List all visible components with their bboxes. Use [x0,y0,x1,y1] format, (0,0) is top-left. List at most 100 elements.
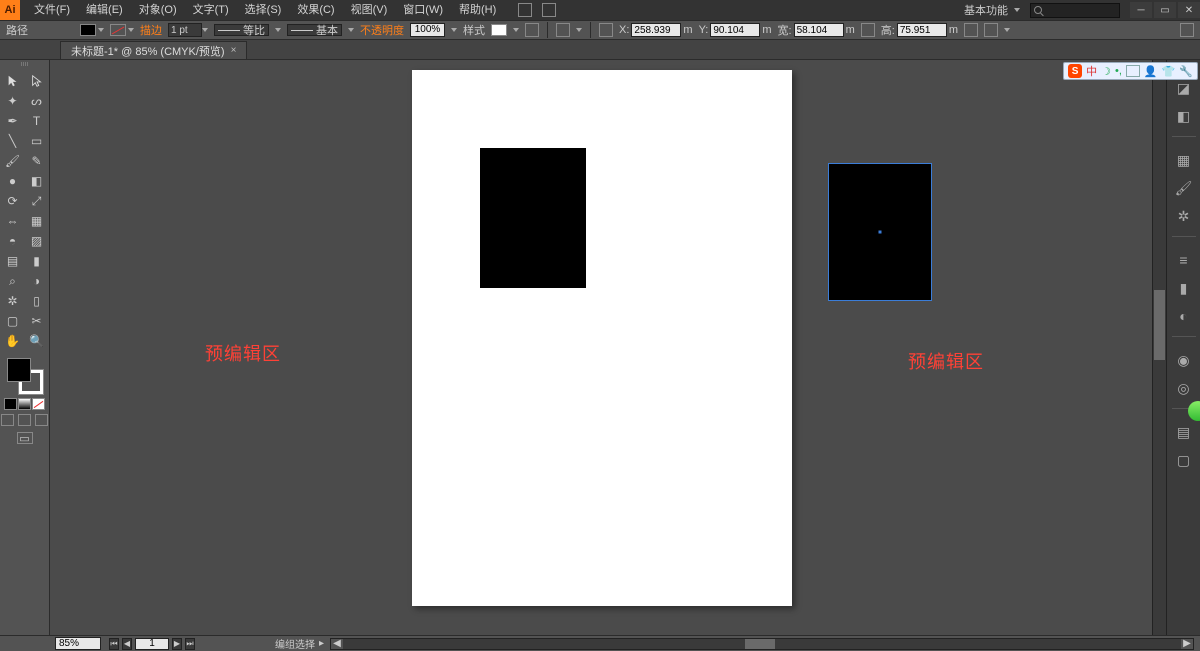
symbol-sprayer-tool[interactable]: ✲ [2,292,24,310]
artboard-tool[interactable]: ▢ [2,312,24,330]
panel-color-guide-icon[interactable]: ◧ [1174,106,1194,126]
direct-selection-tool[interactable] [26,72,48,90]
fill-swatch[interactable] [80,24,96,36]
scroll-left-button[interactable]: ◀ [331,639,343,649]
gradient-tool[interactable]: ▮ [26,252,48,270]
screen-mode-icon[interactable] [542,3,556,17]
ime-tool-icon[interactable]: 🔧 [1179,65,1193,78]
scale-tool[interactable]: ⤢ [26,192,48,210]
panel-layers-icon[interactable]: ▤ [1174,422,1194,442]
graph-tool[interactable]: ▯ [26,292,48,310]
arrange-docs-icon[interactable] [518,3,532,17]
draw-normal-icon[interactable] [1,414,14,426]
color-mode-solid[interactable] [4,398,17,410]
magic-wand-tool[interactable]: ✦ [2,92,24,110]
black-rectangle-on-artboard[interactable] [480,148,586,288]
ime-lang-label[interactable]: 中 [1086,63,1097,79]
ime-shirt-icon[interactable]: 👕 [1162,65,1176,78]
menu-file[interactable]: 文件(F) [26,0,78,20]
next-artboard-button[interactable]: ▶ [172,638,182,650]
chevron-down-icon[interactable] [451,28,457,32]
panel-artboards-icon[interactable]: ▢ [1174,450,1194,470]
prev-artboard-button[interactable]: ◀ [122,638,132,650]
horizontal-scrollbar[interactable]: ◀ ▶ [330,638,1194,650]
chevron-down-icon[interactable] [202,28,208,32]
blend-tool[interactable]: ◑ [26,272,48,290]
panel-color-icon[interactable]: ◪ [1174,78,1194,98]
draw-inside-icon[interactable] [35,414,48,426]
blob-brush-tool[interactable]: ● [2,172,24,190]
first-artboard-button[interactable]: ⏮ [109,638,119,650]
eyedropper-tool[interactable]: ⌕ [2,272,24,290]
panel-stroke-icon[interactable]: ≡ [1174,250,1194,270]
menu-window[interactable]: 窗口(W) [395,0,451,20]
panel-transparency-icon[interactable]: ◐ [1174,306,1194,326]
chevron-down-icon[interactable] [513,28,519,32]
pencil-tool[interactable]: ✎ [26,152,48,170]
x-input[interactable] [631,23,681,37]
chevron-down-icon[interactable] [1004,28,1010,32]
menu-object[interactable]: 对象(O) [131,0,185,20]
transform-icon[interactable] [984,23,998,37]
chevron-down-icon[interactable] [128,28,134,32]
workspace-switcher[interactable]: 基本功能 [964,2,1020,18]
shape-icon[interactable] [964,23,978,37]
recolor-icon[interactable] [525,23,539,37]
link-wh-icon[interactable] [861,23,875,37]
stroke-label[interactable]: 描边 [140,22,162,38]
ime-moon-icon[interactable]: ☽ [1101,65,1111,78]
free-transform-tool[interactable]: ▦ [26,212,48,230]
graphic-style-swatch[interactable] [491,24,507,36]
chevron-down-icon[interactable] [576,28,582,32]
mesh-tool[interactable]: ▤ [2,252,24,270]
ime-status-bar[interactable]: S 中 ☽ •, 👤 👕 🔧 [1063,62,1198,80]
h-input[interactable] [897,23,947,37]
window-minimize-button[interactable]: ─ [1130,2,1152,18]
vertical-scrollbar[interactable] [1152,60,1166,635]
align-icon[interactable] [556,23,570,37]
black-rectangle-selected[interactable] [828,163,932,301]
screen-mode-button[interactable]: ▭ [17,432,33,444]
slice-tool[interactable]: ✂ [26,312,48,330]
menu-effect[interactable]: 效果(C) [289,0,342,20]
menu-view[interactable]: 视图(V) [343,0,396,20]
type-tool[interactable]: T [26,112,48,130]
panel-swatches-icon[interactable]: ▦ [1174,150,1194,170]
chevron-down-icon[interactable] [275,28,281,32]
last-artboard-button[interactable]: ⏭ [185,638,195,650]
panel-gradient-icon[interactable]: ▮ [1174,278,1194,298]
scrollbar-thumb[interactable] [745,639,775,649]
rotate-tool[interactable]: ⟳ [2,192,24,210]
line-tool[interactable]: ╲ [2,132,24,150]
brush-definition[interactable]: 基本 [287,24,342,36]
panel-menu-icon[interactable] [1180,23,1194,37]
panel-symbols-icon[interactable]: ✲ [1174,206,1194,226]
eraser-tool[interactable]: ◧ [26,172,48,190]
chevron-down-icon[interactable] [98,28,104,32]
ime-person-icon[interactable]: 👤 [1144,65,1158,78]
artboard-number[interactable]: 1 [135,638,169,650]
panel-appearance-icon[interactable]: ◉ [1174,350,1194,370]
stroke-weight-input[interactable] [168,23,202,37]
window-maximize-button[interactable]: ▭ [1154,2,1176,18]
opacity-label[interactable]: 不透明度 [360,22,404,38]
scrollbar-thumb[interactable] [1154,290,1165,360]
fill-box[interactable] [7,358,31,382]
menu-type[interactable]: 文字(T) [185,0,237,20]
variable-width-profile[interactable]: 等比 [214,24,269,36]
hand-tool[interactable]: ✋ [2,332,24,350]
scroll-right-button[interactable]: ▶ [1181,639,1193,649]
document-tab[interactable]: 未标题-1* @ 85% (CMYK/预览) × [60,41,247,59]
rectangle-tool[interactable]: ▭ [26,132,48,150]
transform-anchor-icon[interactable] [599,23,613,37]
draw-behind-icon[interactable] [18,414,31,426]
stroke-weight-field[interactable] [168,23,208,37]
selection-tool[interactable] [2,72,24,90]
opacity-value[interactable]: 100% [410,23,445,37]
zoom-tool[interactable]: 🔍 [26,332,48,350]
fill-stroke-control[interactable] [5,358,45,394]
menu-help[interactable]: 帮助(H) [451,0,504,20]
panel-brushes-icon[interactable]: 🖌 [1174,178,1194,198]
width-tool[interactable]: ⇔ [2,212,24,230]
panel-graphic-styles-icon[interactable]: ◎ [1174,378,1194,398]
